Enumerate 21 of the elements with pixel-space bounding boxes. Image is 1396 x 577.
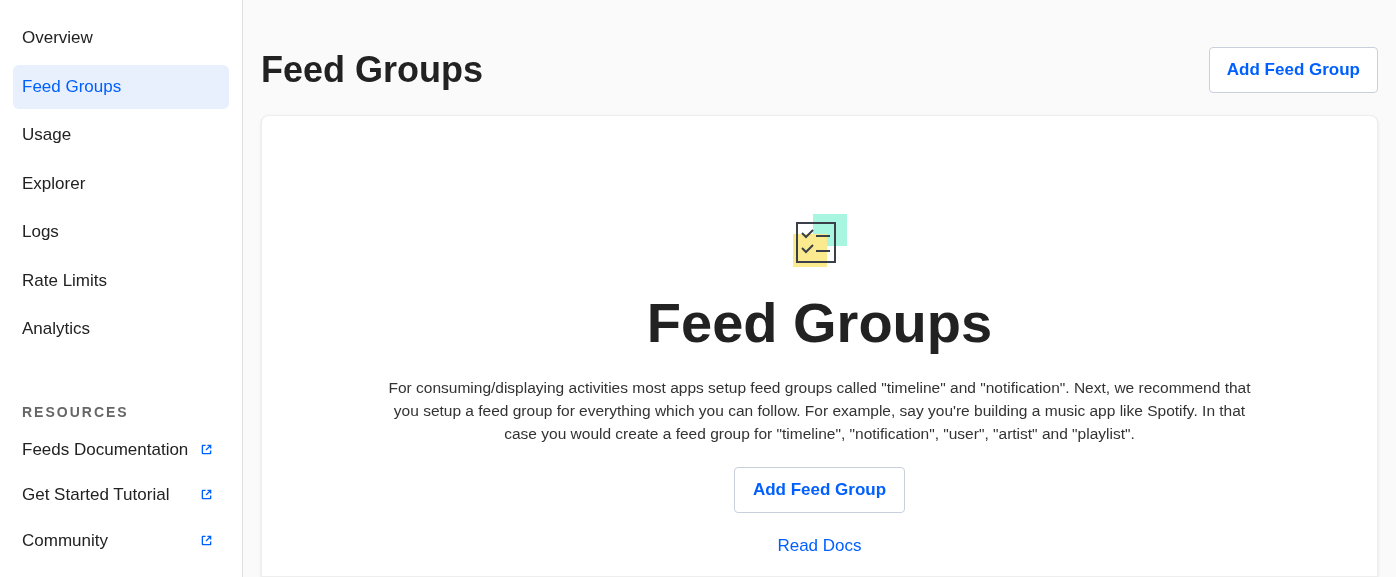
resource-link[interactable]: Get Started Tutorial bbox=[13, 482, 221, 508]
sidebar-item[interactable]: Logs bbox=[13, 210, 229, 254]
sidebar-item[interactable]: Analytics bbox=[13, 307, 229, 351]
external-link-icon bbox=[201, 534, 212, 546]
sidebar-item[interactable]: Overview bbox=[13, 16, 229, 60]
resource-link[interactable]: Feeds Documentation bbox=[13, 436, 221, 462]
description: For consuming/displaying activities most apps setup feed groups called "timeline" and "notification". Next, we recommend that you setup a feed group for everything which you can follow. For example, say you're building a music app like Spotify. In that case you would create a feed group for "timeline", "notification", "user", "artist" and "playlist". bbox=[387, 378, 1252, 444]
empty-state-title: Feed Groups bbox=[646, 290, 993, 356]
external-link-icon bbox=[201, 443, 212, 455]
checklist-icon bbox=[790, 212, 849, 270]
add-feed-group-button[interactable]: Add Feed Group bbox=[733, 467, 906, 513]
section-heading: RESOURCES bbox=[21, 402, 130, 422]
add-feed-group-button[interactable]: Add Feed Group bbox=[1208, 47, 1378, 93]
read-docs-link[interactable]: Read Docs bbox=[777, 533, 862, 559]
sidebar-item[interactable]: Feed Groups bbox=[13, 64, 229, 109]
sidebar-item[interactable]: Usage bbox=[13, 113, 229, 157]
sidebar-item[interactable]: Rate Limits bbox=[13, 258, 229, 303]
page-title: Feed Groups bbox=[261, 48, 484, 92]
sidebar-item[interactable]: Explorer bbox=[13, 161, 229, 206]
external-link-icon bbox=[201, 489, 212, 501]
resource-link[interactable]: Community bbox=[13, 527, 221, 553]
